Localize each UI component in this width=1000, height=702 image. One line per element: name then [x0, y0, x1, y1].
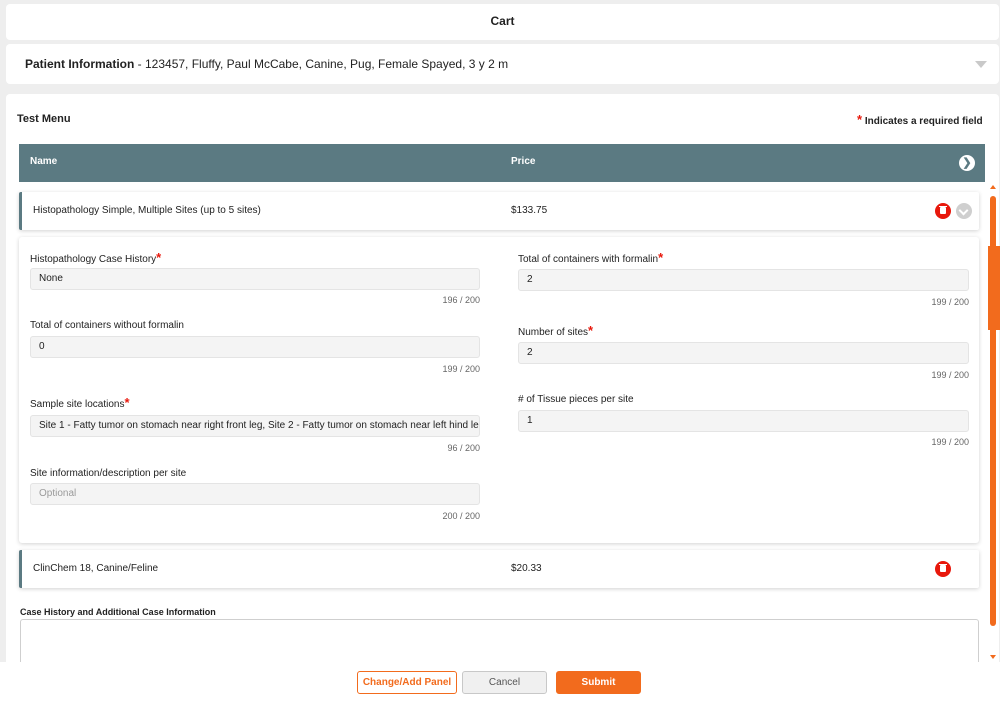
containers-with-count: 199 / 200	[931, 297, 969, 307]
trash-icon[interactable]	[935, 203, 951, 219]
containers-without-input[interactable]: 0	[30, 336, 480, 358]
required-star: *	[658, 250, 664, 265]
tissue-pieces-input[interactable]: 1	[518, 410, 969, 432]
number-sites-input[interactable]: 2	[518, 342, 969, 364]
chevron-circle-icon[interactable]	[956, 203, 972, 219]
patient-info-bar[interactable]: Patient Information - 123457, Fluffy, Pa…	[6, 44, 999, 84]
site-info-count: 200 / 200	[442, 511, 480, 521]
trash-icon[interactable]	[935, 561, 951, 577]
site-locations-label: Sample site locations*	[30, 395, 130, 410]
cancel-button[interactable]: Cancel	[462, 671, 547, 694]
case-history-count: 196 / 200	[442, 295, 480, 305]
test-row[interactable]: ClinChem 18, Canine/Feline $20.33	[19, 550, 979, 588]
scroll-up-icon[interactable]	[990, 185, 996, 189]
tissue-pieces-label: # of Tissue pieces per site	[518, 394, 634, 405]
chevron-down-icon[interactable]	[975, 61, 987, 68]
case-history-label-text: Histopathology Case History	[30, 254, 157, 265]
circle-arrow-right-icon[interactable]: ❯	[959, 155, 975, 171]
test-name: ClinChem 18, Canine/Feline	[33, 563, 159, 574]
test-menu-title: Test Menu	[17, 113, 71, 125]
column-header-name: Name	[30, 156, 58, 167]
column-header-price: Price	[511, 156, 536, 167]
site-info-input[interactable]: Optional	[30, 483, 480, 505]
required-note-text: Indicates a required field	[864, 116, 983, 127]
test-menu-card: Test Menu * Indicates a required field N…	[6, 94, 999, 702]
required-star: *	[857, 112, 863, 127]
number-sites-label-text: Number of sites	[518, 327, 589, 338]
containers-without-label: Total of containers without formalin	[30, 320, 184, 331]
test-name: Histopathology Simple, Multiple Sites (u…	[33, 205, 261, 216]
site-locations-count: 96 / 200	[447, 443, 480, 453]
site-locations-input[interactable]: Site 1 - Fatty tumor on stomach near rig…	[30, 415, 480, 437]
submit-button[interactable]: Submit	[556, 671, 641, 694]
containers-with-label: Total of containers with formalin*	[518, 250, 663, 265]
containers-without-count: 199 / 200	[442, 364, 480, 374]
containers-with-input[interactable]: 2	[518, 269, 969, 291]
patient-info-label: Patient Information	[25, 57, 135, 71]
site-info-label: Site information/description per site	[30, 468, 187, 479]
scrollbar-thumb[interactable]	[990, 196, 996, 626]
test-price: $20.33	[511, 563, 542, 574]
footer-action-bar: Change/Add Panel Cancel Submit	[0, 662, 1000, 702]
case-history-label: Histopathology Case History*	[30, 250, 161, 265]
required-star: *	[588, 323, 594, 338]
number-sites-label: Number of sites*	[518, 323, 593, 338]
scroll-down-icon[interactable]	[990, 655, 996, 659]
site-locations-label-text: Sample site locations	[30, 399, 125, 410]
tissue-pieces-count: 199 / 200	[931, 437, 969, 447]
page-title: Cart	[6, 4, 999, 40]
number-sites-count: 199 / 200	[931, 370, 969, 380]
additional-info-label: Case History and Additional Case Informa…	[20, 607, 216, 617]
patient-info-details: - 123457, Fluffy, Paul McCabe, Canine, P…	[134, 57, 509, 71]
test-table-header: Name Price ❯	[19, 144, 985, 182]
required-star: *	[156, 250, 162, 265]
required-field-note: * Indicates a required field	[857, 112, 983, 127]
required-star: *	[124, 395, 130, 410]
test-row[interactable]: Histopathology Simple, Multiple Sites (u…	[19, 192, 979, 230]
test-price: $133.75	[511, 205, 548, 216]
case-history-input[interactable]: None	[30, 268, 480, 290]
test-details-panel: Histopathology Case History* None 196 / …	[19, 237, 979, 543]
containers-with-label-text: Total of containers with formalin	[518, 254, 659, 265]
change-add-panel-button[interactable]: Change/Add Panel	[357, 671, 457, 694]
